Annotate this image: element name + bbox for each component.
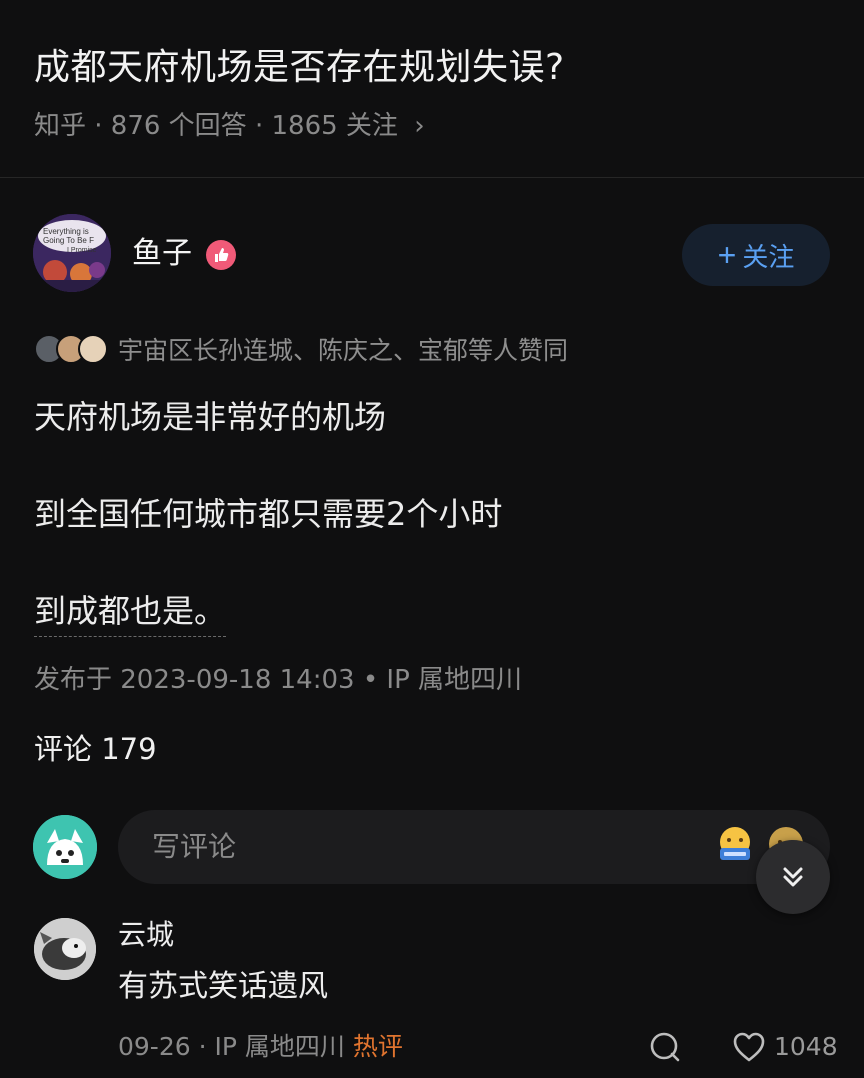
svg-text:I Promise: I Promise: [67, 247, 97, 254]
double-chevron-down-icon: [783, 867, 803, 887]
answer-paragraph: 天府机场是非常好的机场: [34, 398, 387, 436]
answer-paragraph: 到全国任何城市都只需要2个小时: [34, 495, 503, 533]
chevron-right-icon: ›: [414, 111, 425, 141]
plus-icon: +: [717, 237, 737, 273]
comment-ip: IP 属地四川: [214, 1032, 345, 1061]
scroll-down-button[interactable]: [756, 840, 830, 914]
answer-paragraph-text: 到成都也是。: [34, 592, 227, 637]
comment-input-placeholder: 写评论: [152, 830, 237, 863]
like-count: 1048: [774, 1032, 838, 1061]
svg-text:Going To Be F: Going To Be F: [43, 236, 94, 245]
voters-row[interactable]: 宇宙区长孙连城、陈庆之、宝郁等人赞同: [34, 330, 568, 368]
comment-meta: 09-26 · IP 属地四川 热评: [118, 1028, 403, 1066]
heart-icon[interactable]: [732, 1031, 766, 1063]
comment-date: 09-26: [118, 1032, 191, 1061]
question-header[interactable]: 成都天府机场是否存在规划失误? 知乎 · 876 个回答 · 1865 关注 ›: [0, 0, 864, 178]
meta-dot: ·: [198, 1032, 215, 1061]
follow-label: 关注: [742, 241, 795, 272]
answer-paragraph: 到成都也是。: [34, 588, 227, 637]
voter-avatar: [78, 334, 108, 364]
my-avatar[interactable]: [33, 815, 97, 879]
publish-info: 发布于 2023-09-18 14:03 • IP 属地四川: [34, 665, 523, 695]
thumbs-up-badge-icon: [206, 240, 236, 270]
comment-count: 评论 179: [34, 732, 157, 766]
author-avatar[interactable]: Everything is Going To Be F I Promise: [33, 214, 111, 292]
author-name[interactable]: 鱼子: [132, 234, 192, 274]
comment-text: 有苏式笑话遗风: [118, 969, 328, 1004]
question-meta[interactable]: 知乎 · 876 个回答 · 1865 关注 ›: [34, 106, 425, 146]
thanks-emoji-icon[interactable]: [716, 826, 754, 864]
comment-avatar[interactable]: [34, 918, 96, 980]
voters-text: 宇宙区长孙连城、陈庆之、宝郁等人赞同: [118, 336, 569, 365]
comment-author[interactable]: 云城: [118, 916, 174, 954]
question-title[interactable]: 成都天府机场是否存在规划失误?: [34, 42, 565, 94]
question-meta-text: 知乎 · 876 个回答 · 1865 关注: [34, 111, 398, 141]
reply-icon[interactable]: [648, 1030, 682, 1064]
follow-button[interactable]: + 关注: [682, 224, 830, 286]
hot-comment-tag: 热评: [352, 1032, 403, 1061]
svg-text:Everything is: Everything is: [43, 227, 89, 236]
